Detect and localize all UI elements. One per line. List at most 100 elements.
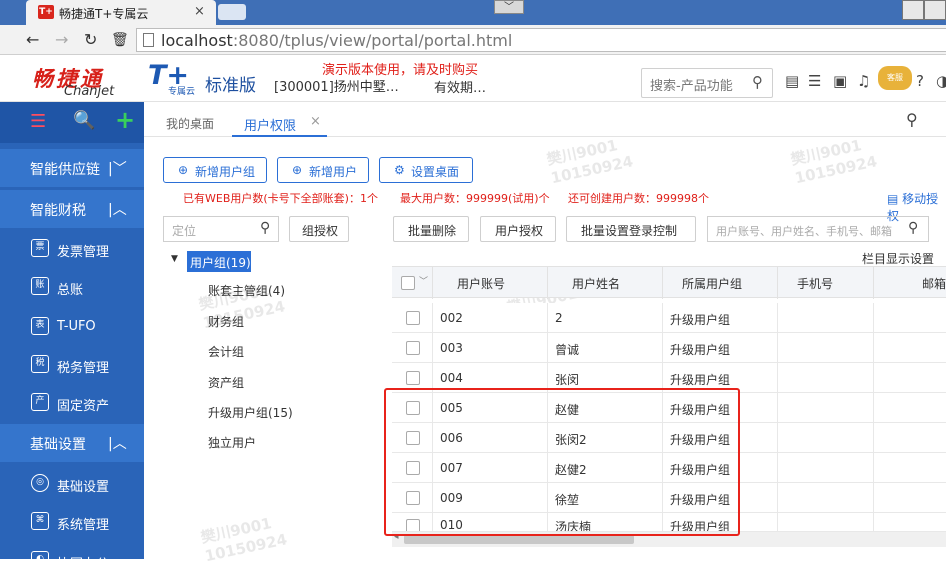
add-user-button[interactable]: ⊕ 新增用户 [277,157,369,183]
tab-user-permissions[interactable]: 用户权限 × [232,109,327,137]
row-checkbox[interactable] [406,371,420,385]
button-label: 新增用户组 [195,165,256,179]
section-label: 智能财税 [30,203,86,219]
row-checkbox[interactable] [406,311,420,325]
tree-node[interactable]: 独立用户 [208,434,256,451]
batch-delete-button[interactable]: 批量删除 [393,216,469,242]
scrollbar-thumb[interactable] [404,535,634,544]
sidebar-item-assets[interactable]: 产 固定资产 [0,384,144,422]
sidebar: ☰ 🔍 + 智能供应链 |﹀ 智能财税 |︿ 票 发票管理 账 总账 表 T-U… [0,102,144,572]
user-search-input[interactable]: 用户账号、用户姓名、手机号、邮箱 ⚲ [707,216,929,242]
service-avatar[interactable]: 客服 [878,66,912,90]
bank-icon: 产 [31,393,49,411]
new-tab-button[interactable] [218,4,246,20]
close-icon[interactable]: × [310,114,321,129]
tree-node[interactable]: 账套主管组(4) [208,282,285,299]
group-auth-button[interactable]: 组授权 [289,216,349,242]
sidebar-item-label: 协同办公 [57,557,110,572]
dropdown-button[interactable]: ﹀ [494,0,524,14]
maximize-button[interactable] [924,0,946,20]
button-label: 批量删除 [408,224,457,238]
sidebar-item-tufo[interactable]: 表 T-UFO [0,308,144,346]
column-header-phone[interactable]: 手机号 [797,275,833,292]
sidebar-item-invoice[interactable]: 票 发票管理 [0,230,144,268]
search-placeholder: 用户账号、用户姓名、手机号、邮箱 [716,225,892,238]
bell-icon[interactable]: ♫ [857,72,870,90]
power-icon[interactable]: ◑ [936,72,946,90]
url-path: :8080/tplus/view/portal/portal.html [232,31,513,50]
tree-node[interactable]: 资产组 [208,374,244,391]
tree-root-node[interactable]: 用户组(19) [187,251,251,272]
browser-tab-title: 畅捷通T+专属云 [59,7,149,21]
search-icon[interactable]: ⚲ [752,73,763,91]
chevron-up-icon: |︿ [108,202,127,218]
search-icon[interactable]: ⚲ [906,110,918,129]
ledger-icon: 账 [31,277,49,295]
sidebar-section-basic[interactable]: 基础设置 |︿ [0,424,144,462]
column-header-name[interactable]: 用户姓名 [572,275,620,292]
demo-notice[interactable]: 演示版本使用，请及时购买 [322,59,478,78]
tree-node[interactable]: 财务组 [208,313,244,330]
plus-circle-icon: ⊕ [178,163,189,177]
sidebar-item-office[interactable]: ◐ 协同办公 [0,542,144,580]
batch-login-control-button[interactable]: 批量设置登录控制 [566,216,696,242]
search-icon[interactable]: ⚲ [260,220,270,236]
add-user-group-button[interactable]: ⊕ 新增用户组 [163,157,267,183]
column-header-email[interactable]: 邮箱 [922,275,946,292]
trash-icon[interactable]: 🗑 [111,32,129,48]
document-icon[interactable]: ▤ [785,72,799,90]
account-label[interactable]: [300001]扬州中墅… [274,76,399,95]
edition-label: 标准版 [205,76,256,96]
table-row[interactable]: 003 曾诚 升级用户组 [392,333,946,363]
sidebar-toolbar: ☰ 🔍 + [0,102,144,143]
search-icon[interactable]: 🔍 [73,110,95,131]
watermark-text: 樊川900110150924 [199,510,288,565]
column-header-group[interactable]: 所属用户组 [682,275,742,292]
message-icon[interactable]: ▣ [833,72,847,90]
sidebar-section-supply[interactable]: 智能供应链 |﹀ [0,149,144,187]
tab-my-desktop[interactable]: 我的桌面 [166,115,214,132]
address-bar[interactable]: localhost:8080/tplus/view/portal/portal.… [136,28,946,52]
sidebar-item-system[interactable]: ⌘ 系统管理 [0,503,144,541]
tree-node[interactable]: 升级用户组(15) [208,404,293,421]
sidebar-item-label: T-UFO [57,319,96,334]
invoice-icon: 票 [31,239,49,257]
sidebar-item-ledger[interactable]: 账 总账 [0,268,144,306]
reload-icon[interactable]: ↻ [84,30,97,49]
function-search-input[interactable]: 搜索-产品功能 ⚲ [641,68,773,98]
sidebar-item-label: 发票管理 [57,245,110,260]
list-icon[interactable]: ☰ [808,72,821,90]
sidebar-item-label: 基础设置 [57,480,110,495]
section-label: 智能供应链 [30,162,100,178]
chevron-down-icon[interactable]: ﹀ [419,274,428,287]
minimize-button[interactable] [902,0,924,20]
chevron-up-icon: |︿ [108,436,127,452]
close-tab-icon[interactable]: × [194,4,205,19]
highlight-box [384,388,740,536]
row-checkbox[interactable] [406,341,420,355]
table-row[interactable]: 002 2 升级用户组 [392,303,946,333]
button-label: 新增用户 [309,165,358,179]
set-desktop-button[interactable]: ⚙ 设置桌面 [379,157,473,183]
caret-down-icon[interactable]: ▼ [171,254,178,264]
menu-icon[interactable]: ☰ [30,111,46,132]
sidebar-item-tax[interactable]: 税 税务管理 [0,346,144,384]
add-icon[interactable]: + [115,106,135,134]
select-all-checkbox[interactable] [401,276,415,290]
sidebar-item-basic-settings[interactable]: ◎ 基础设置 [0,465,144,503]
help-icon[interactable]: ? [916,72,924,90]
remaining-user-count: 还可创建用户数：999998个 [568,192,709,205]
gear-icon: ⚙ [394,163,405,177]
tree-node[interactable]: 会计组 [208,343,244,360]
forward-icon[interactable]: → [55,30,68,49]
browser-tab[interactable]: T+ 畅捷通T+专属云 × [26,0,216,25]
back-icon[interactable]: ← [26,30,39,49]
column-header-account[interactable]: 用户账号 [457,275,505,292]
column-divider [873,267,874,299]
sidebar-section-finance[interactable]: 智能财税 |︿ [0,190,144,228]
group-search-input[interactable]: 定位 ⚲ [163,216,279,242]
search-icon[interactable]: ⚲ [908,220,918,236]
user-auth-button[interactable]: 用户授权 [480,216,556,242]
window-controls [902,0,946,20]
cell-group: 升级用户组 [670,343,731,357]
